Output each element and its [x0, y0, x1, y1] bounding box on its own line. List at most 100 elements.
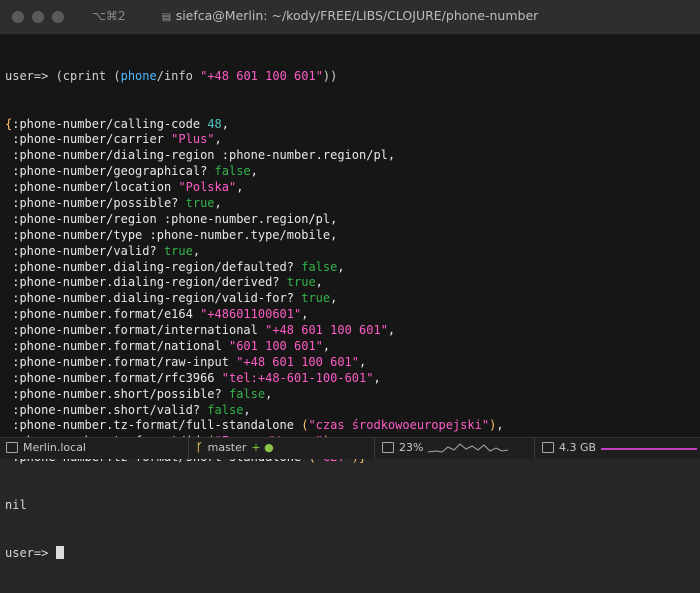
divider — [374, 438, 375, 459]
output-line: :phone-number/possible? true, — [5, 196, 695, 212]
output-token: , — [359, 354, 367, 369]
output-token: :phone-number.format/national — [5, 338, 229, 353]
output-token: , — [250, 164, 258, 179]
command-token: (cprint ( — [55, 68, 121, 83]
memory-segment: 4.3 GB — [542, 441, 698, 454]
result-map: {:phone-number/calling-code 48, :phone-n… — [5, 117, 695, 467]
output-token: true — [163, 243, 193, 258]
output-token: , — [236, 180, 244, 195]
output-line: :phone-number/location "Polska", — [5, 180, 695, 196]
output-token: "+48 601 100 601" — [265, 323, 388, 338]
prompt: user=> — [5, 68, 56, 83]
command-line: user=> (cprint (phone/info "+48 601 100 … — [5, 69, 695, 85]
output-line: :phone-number.format/e164 "+48601100601"… — [5, 307, 695, 323]
divider — [534, 438, 535, 459]
output-token: true — [185, 195, 215, 210]
output-token: , — [243, 402, 251, 417]
git-branch-icon: ᚴ — [196, 441, 203, 454]
output-token: , — [330, 291, 338, 306]
output-token: "czas środkowoeuropejski" — [308, 418, 490, 433]
output-token: "+48601100601" — [200, 307, 302, 322]
output-token: true — [286, 275, 316, 290]
output-token: :phone-number.format/e164 — [5, 307, 201, 322]
output-line: :phone-number.dialing-region/valid-for? … — [5, 291, 695, 307]
command-token: phone — [120, 68, 157, 83]
output-token: true — [301, 291, 331, 306]
output-token: , — [315, 275, 323, 290]
output-token: false — [228, 386, 266, 401]
memory-icon — [542, 442, 554, 453]
status-bar: Merlin.local ᚴ master + ● 23% 4.3 GB — [0, 437, 700, 459]
output-token: false — [214, 164, 251, 179]
output-line: :phone-number.tz-format/full-standalone … — [5, 418, 695, 434]
output-token: "tel:+48-601-100-601" — [221, 370, 374, 385]
output-line: :phone-number/carrier "Plus", — [5, 132, 695, 148]
output-line: :phone-number/geographical? false, — [5, 164, 695, 180]
host-segment: Merlin.local — [6, 441, 86, 454]
output-token: :phone-number/type :phone-number.type/mo… — [5, 227, 338, 242]
command-text: (cprint (phone/info "+48 601 100 601")) — [56, 69, 338, 83]
cpu-icon — [382, 442, 394, 453]
output-line: :phone-number.dialing-region/derived? tr… — [5, 275, 695, 291]
output-token: , — [373, 370, 381, 385]
divider — [188, 438, 189, 459]
memory-graph — [601, 447, 698, 450]
output-token: "+48 601 100 601" — [236, 354, 360, 369]
output-line: :phone-number.format/national "601 100 6… — [5, 339, 695, 355]
output-token: :phone-number/valid? — [5, 243, 164, 258]
output-token: false — [301, 259, 338, 274]
output-line: :phone-number/valid? true, — [5, 244, 695, 260]
output-token: , — [337, 259, 345, 274]
output-token: :phone-number.format/rfc3966 — [5, 370, 222, 385]
output-line: :phone-number.format/raw-input "+48 601 … — [5, 355, 695, 371]
computer-icon — [6, 442, 18, 453]
command-token: )) — [322, 68, 338, 83]
terminal-output[interactable]: user=> (cprint (phone/info "+48 601 100 … — [5, 37, 695, 560]
output-token: :phone-number.short/possible? — [5, 386, 229, 401]
output-line: {:phone-number/calling-code 48, — [5, 117, 695, 133]
git-status-flags: + ● — [251, 441, 274, 454]
output-token: :phone-number/geographical? — [5, 164, 215, 179]
output-token: :phone-number.format/raw-input — [5, 354, 237, 369]
output-token: , — [214, 132, 222, 147]
output-token: :phone-number/possible? — [5, 195, 186, 210]
terminal-window: ⌥⌘2 ▤ siefca@Merlin: ~/kody/FREE/LIBS/CLO… — [0, 0, 700, 560]
result-line: nil — [5, 497, 27, 512]
cpu-sparkline — [428, 443, 509, 453]
text-cursor — [55, 545, 64, 559]
output-token: 48 — [207, 116, 222, 131]
output-token: :phone-number.short/valid? — [5, 402, 208, 417]
output-token: :phone-number.format/international — [5, 323, 266, 338]
git-segment: ᚴ master + ● — [196, 441, 274, 454]
window-title: ▤ siefca@Merlin: ~/kody/FREE/LIBS/CLOJURE… — [0, 8, 700, 23]
output-token: :phone-number/dialing-region :phone-numb… — [5, 148, 396, 163]
output-line: :phone-number.short/possible? false, — [5, 387, 695, 403]
cpu-segment: 23% — [382, 441, 509, 454]
output-token: , — [301, 307, 309, 322]
output-line: :phone-number.format/rfc3966 "tel:+48-60… — [5, 371, 695, 387]
output-token: , — [496, 418, 504, 433]
input-line[interactable]: user=> — [5, 545, 695, 562]
memory-used: 4.3 GB — [559, 441, 597, 454]
output-token: "Plus" — [171, 132, 215, 147]
output-line: :phone-number.short/valid? false, — [5, 403, 695, 419]
title-bar[interactable]: ⌥⌘2 ▤ siefca@Merlin: ~/kody/FREE/LIBS/CLO… — [0, 0, 700, 35]
window-title-text: siefca@Merlin: ~/kody/FREE/LIBS/CLOJURE/… — [175, 8, 539, 23]
output-token: , — [265, 386, 273, 401]
output-token: :phone-number.dialing-region/derived? — [5, 275, 287, 290]
output-token: :phone-number/calling-code — [12, 116, 208, 131]
output-token: :phone-number/region :phone-number.regio… — [5, 211, 338, 226]
prompt: user=> — [5, 545, 56, 560]
output-line: :phone-number.format/international "+48 … — [5, 323, 695, 339]
command-token: /info — [156, 68, 201, 83]
folder-icon: ▤ — [161, 12, 172, 23]
output-line: :phone-number/region :phone-number.regio… — [5, 212, 695, 228]
cpu-percent: 23% — [399, 441, 424, 454]
output-token: false — [207, 402, 244, 417]
host-name: Merlin.local — [23, 441, 86, 454]
output-token: , — [214, 195, 222, 210]
output-token: , — [322, 338, 331, 353]
output-token: :phone-number.dialing-region/defaulted? — [5, 259, 302, 274]
output-line: :phone-number/type :phone-number.type/mo… — [5, 228, 695, 244]
output-line: :phone-number.dialing-region/defaulted? … — [5, 260, 695, 276]
